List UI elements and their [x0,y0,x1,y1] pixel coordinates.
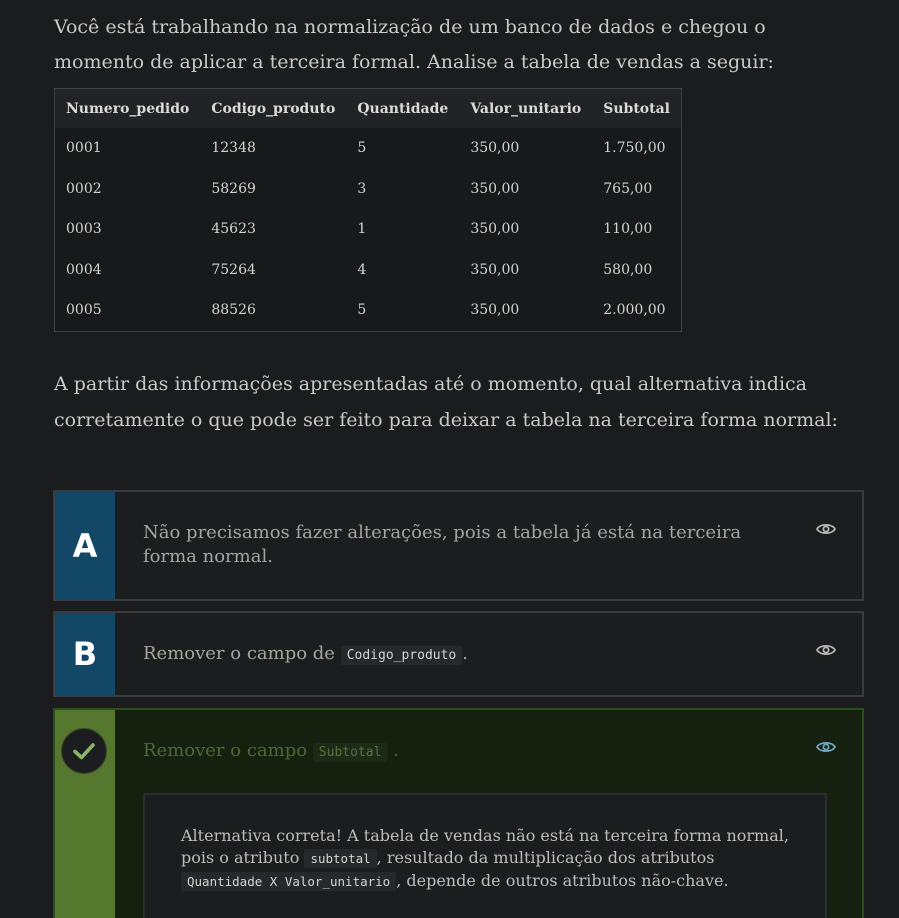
option-c-correct-indicator [55,710,115,918]
option-b[interactable]: B Remover o campo de Codigo_produto. [53,611,864,697]
table-cell: 350,00 [470,221,520,238]
table-cell: 350,00 [470,261,520,278]
feedback-code-formula: Quantidade X Valor_unitario [181,872,397,891]
table-cell: 580,00 [603,261,653,278]
table-cell: 0004 [66,261,102,278]
table-header-row: Numero_pedido Codigo_produto Quantidade … [54,88,682,128]
header-valor-unitario: Valor_unitario [470,100,582,117]
option-c-code: Subtotal [312,743,388,762]
option-c-text-before: Remover o campo [143,740,308,761]
header-numero-pedido: Numero_pedido [66,100,190,117]
table-cell: 12348 [211,140,256,157]
table-row: 0003 45623 1 350,00 110,00 [55,209,682,250]
table-cell: 5 [357,302,367,319]
option-b-code: Codigo_produto [340,646,463,665]
table-cell: 350,00 [470,302,520,319]
option-c-text: Remover o campo Subtotal . [143,739,782,765]
option-c[interactable]: Remover o campo Subtotal . Alternativa c… [53,708,864,918]
table-cell: 3 [357,180,367,197]
sales-table: Numero_pedido Codigo_produto Quantidade … [54,88,682,332]
table-row: 0002 58269 3 350,00 765,00 [55,169,682,210]
feedback-code-subtotal: subtotal [304,849,377,868]
table-cell: 0001 [66,140,102,157]
table-row: 0001 12348 5 350,00 1.750,00 [55,128,682,169]
eye-icon[interactable] [816,740,836,754]
option-a-text: Não precisamos fazer alterações, pois a … [143,522,742,567]
table-cell: 2.000,00 [603,302,666,319]
table-cell: 1 [357,221,367,238]
table-cell: 4 [357,261,367,278]
table-cell: 350,00 [470,180,520,197]
option-b-text: Remover o campo de Codigo_produto. [143,642,782,668]
option-b-text-after: . [462,643,468,664]
question-line-1: A partir das informações apresentadas at… [54,373,808,395]
table-cell: 88526 [211,302,256,319]
option-c-text-after: . [393,740,399,761]
table-row: 0004 75264 4 350,00 580,00 [55,250,682,291]
table-cell: 110,00 [603,221,653,238]
table-cell: 5 [357,140,367,157]
table-cell: 0002 [66,180,102,197]
feedback-panel: Alternativa correta! A tabela de vendas … [143,793,827,918]
intro-text: Você está trabalhando na normalização de… [54,10,844,80]
table-cell: 765,00 [603,180,653,197]
table-cell: 1.750,00 [603,140,666,157]
table-row: 0005 88526 5 350,00 2.000,00 [55,290,682,331]
table-cell: 75264 [211,261,256,278]
question-text: A partir das informações apresentadas at… [54,366,844,438]
table-cell: 45623 [211,221,256,238]
feedback-text-3: , depende de outros atributos não-chave. [396,871,729,890]
table-cell: 58269 [211,180,256,197]
header-codigo-produto: Codigo_produto [211,100,336,117]
question-line-2: corretamente o que pode ser feito para d… [54,409,838,431]
option-a-letter: A [55,492,115,599]
table-cell: 0005 [66,302,102,319]
table-cell: 350,00 [470,140,520,157]
eye-icon[interactable] [816,522,836,536]
check-icon [61,728,107,774]
intro-line-1: Você está trabalhando na normalização de… [54,16,766,38]
eye-icon[interactable] [816,643,836,657]
option-b-text-before: Remover o campo de [143,643,335,664]
option-a[interactable]: A Não precisamos fazer alterações, pois … [53,490,864,601]
intro-line-2: momento de aplicar a terceira formal. An… [54,51,774,73]
header-quantidade: Quantidade [357,100,449,117]
table-cell: 0003 [66,221,102,238]
option-b-letter: B [55,613,115,695]
feedback-text-2: , resultado da multiplicação dos atribut… [376,848,715,867]
header-subtotal: Subtotal [603,100,670,117]
